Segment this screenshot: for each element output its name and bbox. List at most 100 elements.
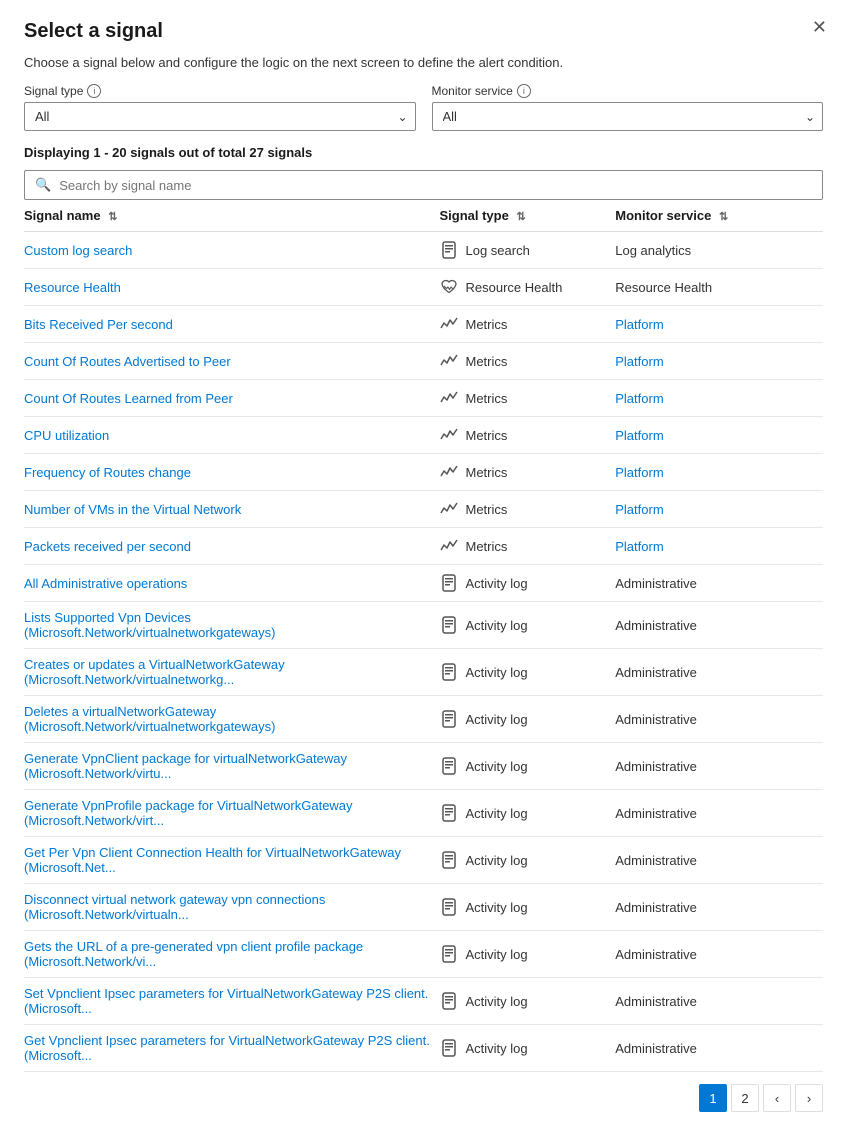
signal-type-value: Metrics <box>465 465 507 480</box>
monitor-service-cell: Administrative <box>615 884 823 931</box>
signal-type-value: Activity log <box>465 576 527 591</box>
monitor-service-cell: Platform <box>615 491 823 528</box>
signal-name-link[interactable]: Custom log search <box>24 243 132 258</box>
monitor-service-cell: Platform <box>615 528 823 565</box>
panel-title: Select a signal <box>24 20 823 43</box>
signal-type-select[interactable]: All Metrics Activity log Log search Reso… <box>24 102 416 131</box>
signal-name-link[interactable]: Bits Received Per second <box>24 317 173 332</box>
next-page-button[interactable]: › <box>795 1084 823 1112</box>
signal-name-cell: Generate VpnClient package for virtualNe… <box>24 743 439 790</box>
activity-icon <box>439 944 459 964</box>
metrics-icon <box>439 314 459 334</box>
close-button[interactable]: ✕ <box>812 18 827 36</box>
monitor-service-select-wrapper: All Platform Log analytics Resource Heal… <box>432 102 824 131</box>
log-icon <box>439 240 459 260</box>
monitor-service-cell: Administrative <box>615 743 823 790</box>
signal-name-cell: Bits Received Per second <box>24 306 439 343</box>
signal-name-cell: Disconnect virtual network gateway vpn c… <box>24 884 439 931</box>
select-signal-panel: Select a signal ✕ Choose a signal below … <box>0 0 847 1132</box>
signal-name-link[interactable]: Number of VMs in the Virtual Network <box>24 502 241 517</box>
metrics-icon <box>439 499 459 519</box>
signal-type-value: Activity log <box>465 994 527 1009</box>
table-header-row: Signal name ⇅ Signal type ⇅ Monitor serv… <box>24 200 823 232</box>
signal-type-cell: Metrics <box>439 454 615 491</box>
monitor-service-cell: Administrative <box>615 790 823 837</box>
activity-icon <box>439 1038 459 1058</box>
monitor-service-cell: Log analytics <box>615 232 823 269</box>
signal-name-link[interactable]: Generate VpnProfile package for VirtualN… <box>24 798 353 828</box>
signal-name-link[interactable]: Count Of Routes Advertised to Peer <box>24 354 231 369</box>
table-row: Custom log search Log search Log analyti… <box>24 232 823 269</box>
signal-type-cell: Metrics <box>439 528 615 565</box>
signal-name-link[interactable]: Count Of Routes Learned from Peer <box>24 391 233 406</box>
signal-name-link[interactable]: Generate VpnClient package for virtualNe… <box>24 751 347 781</box>
signal-type-cell: Activity log <box>439 884 615 931</box>
table-row: Creates or updates a VirtualNetworkGatew… <box>24 649 823 696</box>
signal-name-link[interactable]: CPU utilization <box>24 428 109 443</box>
signal-name-link[interactable]: Disconnect virtual network gateway vpn c… <box>24 892 325 922</box>
monitor-service-sort-icon[interactable]: ⇅ <box>719 210 728 223</box>
signal-type-cell: Activity log <box>439 978 615 1025</box>
signal-name-link[interactable]: Lists Supported Vpn Devices (Microsoft.N… <box>24 610 275 640</box>
signal-name-sort-icon[interactable]: ⇅ <box>108 210 117 223</box>
table-row: Packets received per second Metrics Plat… <box>24 528 823 565</box>
signal-name-link[interactable]: Gets the URL of a pre-generated vpn clie… <box>24 939 363 969</box>
signal-type-cell: Activity log <box>439 1025 615 1072</box>
monitor-service-cell: Administrative <box>615 696 823 743</box>
signal-name-cell: Get Vpnclient Ipsec parameters for Virtu… <box>24 1025 439 1072</box>
signal-name-link[interactable]: Resource Health <box>24 280 121 295</box>
signal-type-value: Activity log <box>465 665 527 680</box>
table-row: Generate VpnProfile package for VirtualN… <box>24 790 823 837</box>
signal-type-sort-icon[interactable]: ⇅ <box>516 210 525 223</box>
table-row: Bits Received Per second Metrics Platfor… <box>24 306 823 343</box>
monitor-service-filter: Monitor service i All Platform Log analy… <box>432 84 824 131</box>
signal-name-link[interactable]: All Administrative operations <box>24 576 187 591</box>
monitor-service-cell: Platform <box>615 306 823 343</box>
activity-icon <box>439 850 459 870</box>
signal-name-link[interactable]: Get Per Vpn Client Connection Health for… <box>24 845 401 875</box>
signal-type-cell: Activity log <box>439 837 615 884</box>
page-1-button[interactable]: 1 <box>699 1084 727 1112</box>
signal-type-filter: Signal type i All Metrics Activity log L… <box>24 84 416 131</box>
monitor-service-cell: Administrative <box>615 978 823 1025</box>
monitor-service-label: Monitor service i <box>432 84 824 98</box>
col-header-monitor-service: Monitor service ⇅ <box>615 200 823 232</box>
signal-name-link[interactable]: Deletes a virtualNetworkGateway (Microso… <box>24 704 275 734</box>
signal-type-info-icon[interactable]: i <box>87 84 101 98</box>
signal-type-value: Metrics <box>465 539 507 554</box>
col-header-signal-name: Signal name ⇅ <box>24 200 439 232</box>
signal-type-value: Log search <box>465 243 529 258</box>
col-header-signal-type: Signal type ⇅ <box>439 200 615 232</box>
signal-type-label: Signal type i <box>24 84 416 98</box>
activity-icon <box>439 803 459 823</box>
signal-type-cell: Activity log <box>439 931 615 978</box>
signal-name-link[interactable]: Set Vpnclient Ipsec parameters for Virtu… <box>24 986 428 1016</box>
monitor-service-info-icon[interactable]: i <box>517 84 531 98</box>
signal-type-value: Activity log <box>465 806 527 821</box>
monitor-service-cell: Platform <box>615 417 823 454</box>
signal-name-cell: Generate VpnProfile package for VirtualN… <box>24 790 439 837</box>
signal-name-link[interactable]: Packets received per second <box>24 539 191 554</box>
signal-name-cell: Count Of Routes Learned from Peer <box>24 380 439 417</box>
signal-name-link[interactable]: Frequency of Routes change <box>24 465 191 480</box>
signal-type-value: Activity log <box>465 759 527 774</box>
table-row: Frequency of Routes change Metrics Platf… <box>24 454 823 491</box>
table-row: Count Of Routes Advertised to Peer Metri… <box>24 343 823 380</box>
pagination-row: 1 2 ‹ › <box>24 1072 823 1112</box>
signal-name-cell: Deletes a virtualNetworkGateway (Microso… <box>24 696 439 743</box>
prev-page-button[interactable]: ‹ <box>763 1084 791 1112</box>
monitor-service-select[interactable]: All Platform Log analytics Resource Heal… <box>432 102 824 131</box>
signal-name-cell: Get Per Vpn Client Connection Health for… <box>24 837 439 884</box>
page-2-button[interactable]: 2 <box>731 1084 759 1112</box>
table-row: CPU utilization Metrics Platform <box>24 417 823 454</box>
search-input[interactable] <box>59 178 812 193</box>
monitor-service-cell: Administrative <box>615 837 823 884</box>
monitor-service-cell: Platform <box>615 380 823 417</box>
activity-icon <box>439 662 459 682</box>
search-icon: 🔍 <box>35 177 51 193</box>
monitor-service-cell: Platform <box>615 343 823 380</box>
signal-name-link[interactable]: Creates or updates a VirtualNetworkGatew… <box>24 657 285 687</box>
table-row: Count Of Routes Learned from Peer Metric… <box>24 380 823 417</box>
signal-name-link[interactable]: Get Vpnclient Ipsec parameters for Virtu… <box>24 1033 430 1063</box>
signal-name-cell: Gets the URL of a pre-generated vpn clie… <box>24 931 439 978</box>
